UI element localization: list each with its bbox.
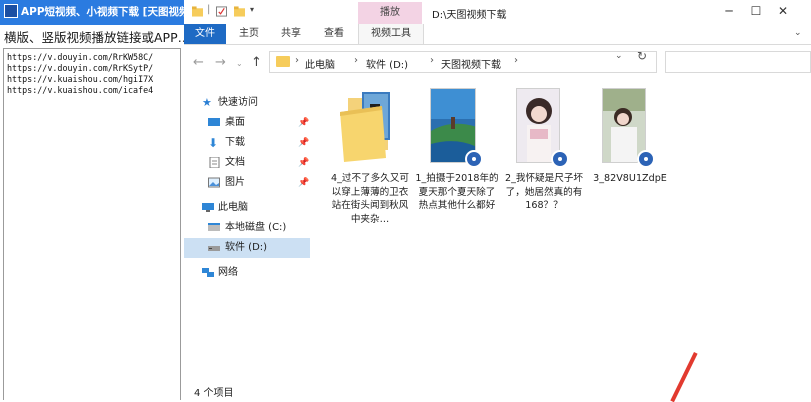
computer-icon: [202, 203, 214, 212]
breadcrumb-separator-icon[interactable]: ›: [514, 55, 518, 66]
pin-icon[interactable]: 📌: [298, 113, 309, 133]
quick-access-toolbar: | ▾ 播放 D:\天图视频下载 ─ ☐ ✕: [184, 0, 811, 24]
star-icon: ★: [202, 96, 212, 109]
links-textarea[interactable]: https://v.douyin.com/RrKW58C/ https://v.…: [3, 48, 181, 400]
breadcrumb-drive-d[interactable]: 软件 (D:): [366, 56, 408, 71]
separator: |: [207, 4, 211, 15]
address-row: ← → ⌄ ↑ › 此电脑 › 软件 (D:) › 天图视频下载 › ⌄ ↻: [184, 46, 811, 80]
ribbon-tabs: 文件 主页 共享 查看 视频工具 ⌄: [184, 24, 811, 45]
file-name: 1_拍摄于2018年的夏天那个夏天除了热点其他什么都好: [415, 173, 499, 211]
refresh-icon[interactable]: ↻: [637, 49, 647, 63]
video-badge-icon: [637, 150, 655, 168]
desktop-icon: [208, 118, 220, 126]
nav-drive-d[interactable]: 软件 (D:): [184, 238, 310, 258]
file-explorer-window: | ▾ 播放 D:\天图视频下载 ─ ☐ ✕ 文件 主页 共享 查看 视频工具 …: [184, 0, 811, 402]
maximize-icon[interactable]: ☐: [749, 4, 763, 18]
folder-thumbnail-icon: [340, 92, 390, 162]
nav-quick-access[interactable]: ★ 快速访问: [184, 93, 310, 113]
breadcrumb-separator-icon[interactable]: ›: [295, 55, 299, 66]
pictures-icon: [208, 177, 220, 188]
drive-icon: [208, 246, 220, 251]
file-name: 3_82V8U1ZdpE: [593, 173, 667, 184]
link-line: https://v.kuaishou.com/icafe4: [7, 85, 154, 95]
up-icon[interactable]: ↑: [251, 55, 262, 70]
close-icon[interactable]: ✕: [776, 4, 790, 18]
nav-this-pc[interactable]: 此电脑: [184, 198, 310, 218]
video-badge-icon: [551, 150, 569, 168]
pin-icon[interactable]: 📌: [298, 153, 309, 173]
nav-local-disk-c[interactable]: 本地磁盘 (C:): [184, 218, 310, 238]
properties-icon[interactable]: [216, 6, 227, 17]
breadcrumb-separator-icon[interactable]: ›: [354, 55, 358, 66]
link-line: https://v.kuaishou.com/hgiI7X: [7, 74, 154, 84]
nav-network[interactable]: 网络: [184, 263, 310, 283]
address-dropdown-icon[interactable]: ⌄: [615, 51, 623, 61]
nav-pictures[interactable]: 图片 📌: [184, 173, 310, 193]
minimize-icon[interactable]: ─: [722, 4, 736, 18]
customize-dropdown-icon[interactable]: ▾: [250, 5, 254, 14]
network-icon: [202, 268, 214, 277]
tab-file[interactable]: 文件: [184, 24, 226, 44]
document-icon: [209, 157, 220, 168]
item-count: 4 个项目: [194, 388, 234, 399]
breadcrumb-this-pc[interactable]: 此电脑: [305, 56, 335, 71]
file-name: 2_我怀疑是尺子坏了，她居然真的有168？？: [504, 173, 584, 211]
download-arrow-icon: ⬇: [208, 136, 219, 150]
tab-video-tools[interactable]: 视频工具: [358, 24, 424, 44]
address-bar[interactable]: › 此电脑 › 软件 (D:) › 天图视频下载 ›: [269, 51, 657, 73]
recent-dropdown-icon[interactable]: ⌄: [236, 59, 243, 68]
status-bar: 4 个项目: [184, 380, 811, 400]
forward-icon[interactable]: →: [215, 55, 226, 70]
tab-home[interactable]: 主页: [234, 24, 264, 44]
drive-icon: [208, 223, 220, 231]
new-folder-icon[interactable]: [234, 6, 245, 17]
nav-desktop[interactable]: 桌面 📌: [184, 113, 310, 133]
link-line: https://v.douyin.com/RrKW58C/: [7, 52, 154, 62]
breadcrumb-folder[interactable]: 天图视频下载: [441, 56, 501, 71]
tab-play-context[interactable]: 播放: [358, 2, 422, 24]
nav-documents[interactable]: 文档 📌: [184, 153, 310, 173]
pin-icon[interactable]: 📌: [298, 173, 309, 193]
app-title: APP短视频、小视频下载 [天图视频…: [21, 6, 184, 18]
video-badge-icon: [465, 150, 483, 168]
window-title: D:\天图视频下载: [432, 10, 507, 21]
tab-view[interactable]: 查看: [319, 24, 349, 44]
file-list: 4_过不了多久又可以穿上薄薄的卫衣站在街头闻到秋风中夹杂… 1_拍摄于2018年…: [310, 80, 811, 380]
navigation-pane: ★ 快速访问 桌面 📌 ⬇ 下载 📌 文档 📌 图片 📌 此电脑 本地磁盘 (C…: [184, 80, 310, 380]
link-line: https://v.douyin.com/RrKSytP/: [7, 63, 154, 73]
ribbon-expand-icon[interactable]: ⌄: [794, 28, 802, 38]
search-input[interactable]: [665, 51, 811, 73]
app-logo-icon: [4, 4, 18, 18]
breadcrumb-separator-icon[interactable]: ›: [430, 55, 434, 66]
app-titlebar[interactable]: APP短视频、小视频下载 [天图视频…: [0, 0, 184, 25]
nav-downloads[interactable]: ⬇ 下载 📌: [184, 133, 310, 153]
app-banner-text: 横版、竖版视频播放链接或APP…: [4, 30, 191, 45]
downloader-app-window: APP短视频、小视频下载 [天图视频… 横版、竖版视频播放链接或APP… htt…: [0, 0, 190, 400]
folder-icon: [276, 56, 290, 67]
back-icon[interactable]: ←: [193, 55, 204, 70]
pin-icon[interactable]: 📌: [298, 133, 309, 153]
file-name: 4_过不了多久又可以穿上薄薄的卫衣站在街头闻到秋风中夹杂…: [330, 173, 410, 225]
tab-share[interactable]: 共享: [276, 24, 306, 44]
folder-icon[interactable]: [192, 6, 203, 17]
